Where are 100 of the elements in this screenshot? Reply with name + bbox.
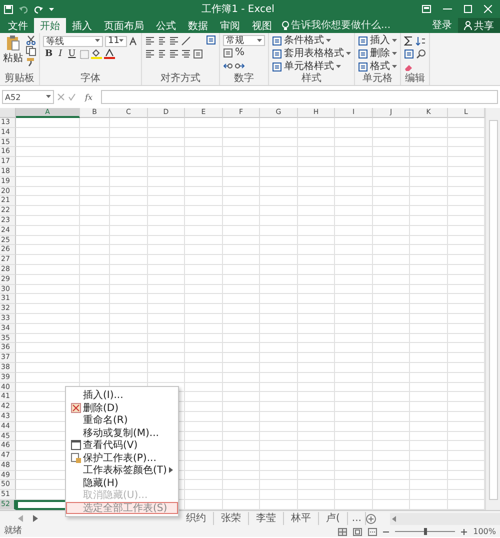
orientation-icon[interactable]: [181, 36, 191, 46]
check-icon[interactable]: [68, 93, 76, 101]
zoom-level: 100%: [473, 527, 496, 536]
caret-icon[interactable]: [49, 6, 54, 12]
zoom-out-icon[interactable]: [383, 528, 390, 534]
currency-icon[interactable]: [223, 48, 233, 58]
scroll-left-icon[interactable]: [18, 515, 22, 522]
cancel-icon[interactable]: [57, 93, 65, 101]
sheet-tab[interactable]: 卢(: [319, 512, 348, 525]
normal-view-icon[interactable]: [338, 528, 348, 536]
menu-item[interactable]: 工作表标签颜色(T): [66, 464, 178, 476]
horizontal-scrollbar[interactable]: [390, 512, 500, 524]
ribbon-tab[interactable]: 数据: [182, 18, 214, 33]
cell-button[interactable]: 删除: [358, 48, 397, 60]
ribbon-tab[interactable]: 公式: [150, 18, 182, 33]
sheet-lock-icon: [71, 452, 81, 463]
search-icon[interactable]: [416, 49, 426, 59]
font-field[interactable]: 等线: [43, 36, 103, 46]
align-middle-icon[interactable]: [157, 36, 167, 46]
sheet-tab[interactable]: 林平: [284, 512, 319, 525]
fill-down-icon[interactable]: [404, 49, 414, 59]
menu-item[interactable]: 移动或复制(M)...: [66, 426, 178, 439]
lightbulb-icon: [282, 20, 289, 30]
caret-icon: [392, 39, 397, 43]
style-button[interactable]: 单元格样式: [272, 61, 351, 73]
zoom-slider-thumb[interactable]: [424, 528, 428, 535]
more-sheets-button[interactable]: ...: [348, 512, 366, 525]
font-size-field[interactable]: 11: [105, 36, 127, 46]
menu-item[interactable]: 查看代码(V): [66, 439, 178, 452]
vertical-scrollbar[interactable]: [485, 108, 500, 510]
ribbon-tab[interactable]: 审阅: [214, 18, 246, 33]
scissors-icon[interactable]: [26, 35, 36, 45]
wrap-text-icon[interactable]: [206, 35, 216, 45]
group-label: 字体: [80, 73, 102, 85]
window-title: 工作簿1 - Excel: [200, 3, 276, 16]
ribbon-tab[interactable]: 视图: [246, 18, 278, 33]
number-format-field[interactable]: 常规: [223, 35, 265, 46]
submenu-arrow-icon: [169, 467, 173, 474]
style-button[interactable]: 条件格式: [272, 35, 351, 47]
copy-icon[interactable]: [26, 46, 36, 56]
borders-icon[interactable]: [80, 50, 89, 58]
increase-decimal-icon[interactable]: [223, 61, 233, 71]
group-label: 数字: [233, 73, 255, 85]
ribbon-tab[interactable]: 文件: [2, 18, 34, 33]
scroll-left-icon: [392, 516, 396, 522]
save-icon[interactable]: [4, 4, 13, 14]
group-label: 编辑: [404, 73, 426, 85]
cell-button[interactable]: 格式: [358, 61, 397, 73]
ribbon-tab[interactable]: 开始: [34, 18, 66, 33]
formula-field[interactable]: [101, 90, 498, 104]
ribbon-tab[interactable]: 插入: [66, 18, 98, 33]
grid-icon: [358, 49, 368, 59]
cell-button[interactable]: 插入: [358, 35, 397, 47]
merge-icon[interactable]: [193, 49, 203, 59]
align-bottom-icon[interactable]: [169, 36, 179, 46]
menu-item[interactable]: 保护工作表(P)...: [66, 452, 178, 464]
select-all-corner[interactable]: [0, 108, 16, 118]
menu-item[interactable]: 隐藏(H): [66, 476, 178, 489]
close-icon[interactable]: [484, 5, 492, 13]
menu-item[interactable]: 删除(D): [66, 402, 178, 414]
redo-icon[interactable]: [34, 4, 43, 14]
percent-button[interactable]: %: [235, 47, 245, 59]
fill-color-icon[interactable]: [90, 49, 102, 59]
sheet-tab[interactable]: 张荣: [214, 512, 249, 525]
brush-icon[interactable]: [26, 57, 36, 67]
scroll-right-icon[interactable]: [32, 515, 38, 522]
paste-button[interactable]: 粘贴: [3, 35, 23, 73]
format-button[interactable]: I: [56, 48, 64, 60]
undo-icon[interactable]: [19, 4, 28, 14]
page-break-icon[interactable]: [368, 528, 378, 536]
ribbon-tab[interactable]: 页面布局: [98, 18, 150, 33]
page-layout-icon[interactable]: [353, 528, 362, 536]
caret-icon: [46, 95, 51, 99]
group-label: 单元格: [362, 73, 394, 85]
zoom-in-icon[interactable]: [461, 528, 468, 534]
align-top-icon[interactable]: [145, 36, 155, 46]
format-button[interactable]: U: [66, 48, 78, 60]
sheet-tab[interactable]: 李莹: [249, 512, 284, 525]
menu-item[interactable]: 重命名(R): [66, 414, 178, 426]
ribbon-display-icon[interactable]: [422, 5, 431, 13]
sum-icon[interactable]: [404, 36, 414, 46]
style-button[interactable]: 套用表格格式: [272, 48, 351, 60]
font-color-icon[interactable]: [104, 49, 115, 59]
tell-me-field[interactable]: 告诉我你想要做什么...: [291, 20, 411, 31]
share-button[interactable]: 共享: [458, 18, 500, 33]
align-right-icon[interactable]: [169, 49, 179, 59]
decrease-decimal-icon[interactable]: [235, 61, 245, 71]
sort-icon[interactable]: [416, 36, 426, 46]
sign-in-link[interactable]: 登录: [426, 18, 458, 33]
eraser-icon[interactable]: [404, 62, 414, 72]
maximize-icon[interactable]: [464, 5, 472, 13]
insert-function-button[interactable]: fx: [79, 92, 98, 102]
format-button[interactable]: B: [43, 48, 55, 60]
grow-font-icon[interactable]: [129, 36, 138, 46]
indent-icon[interactable]: [181, 49, 191, 59]
menu-item[interactable]: 插入(I)...: [66, 389, 178, 402]
add-sheet-icon[interactable]: [366, 514, 376, 524]
name-box[interactable]: A52: [2, 90, 54, 104]
align-left-icon[interactable]: [145, 49, 155, 59]
align-center-icon[interactable]: [157, 49, 167, 59]
